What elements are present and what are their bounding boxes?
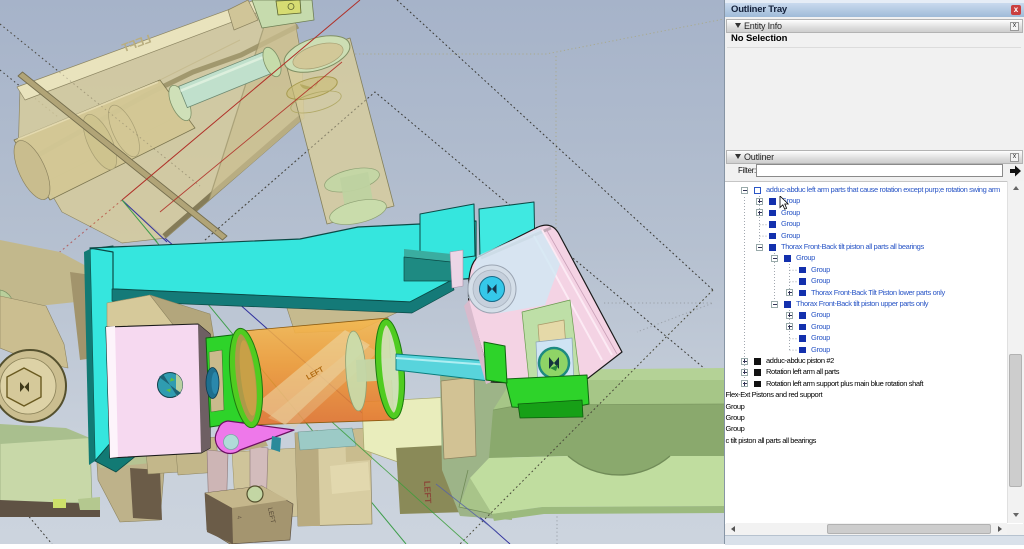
svg-text:LEFT: LEFT: [422, 481, 433, 504]
